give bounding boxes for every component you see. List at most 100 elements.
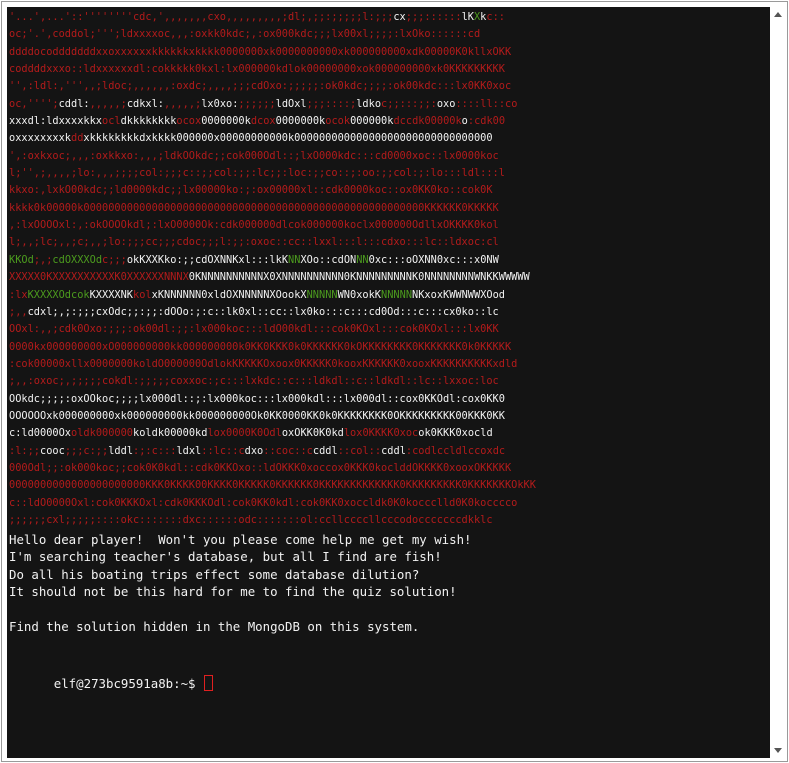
intro-message: Hello dear player! Won't you please come… [9,531,472,635]
terminal-screen[interactable]: '...',...'::''''''''cdc,',,,,,,,cxo,,,,,… [7,7,770,758]
ascii-art-line: :lxKXXXXOdcokKXXXXNKkolxKNNNNNN0xldOXNNN… [9,287,536,304]
message-line: It should not be this hard for me to fin… [9,584,457,600]
ascii-art-segment: xxxdl:ldxxxxkkx [9,115,102,128]
message-line: Do all his boating trips effect some dat… [9,566,420,582]
message-line: Find the solution hidden in the MongoDB … [9,619,420,635]
vertical-scrollbar[interactable] [771,7,785,758]
ascii-art-segment: :;:c::: [133,444,177,457]
ascii-art-segment: ;,, [9,305,28,318]
ascii-art-segment: c::ldO0000Oxl:cok0KKKOxl:cdk0KKKOdl:cok0… [9,496,518,509]
ascii-art-segment: ddddocodddddddxxoxxxxxxkkkkkkxkkkk000000… [9,45,512,58]
ascii-art-segment: dcox [250,115,276,128]
ascii-art-segment: XXXXX0KXXXXXXXXXXK0XXXXXXNNNX [9,271,189,284]
ascii-art-segment: 0000kx000000000xO000000000kk000000000k0K… [9,340,512,353]
ascii-art-segment: ;,; [33,253,53,266]
ascii-art-line: l;'',;,,,,;lo:,,,;;;;col:;;;c::;;col:;;:… [9,165,536,182]
ascii-art-segment: cdkxl: [126,97,165,110]
ascii-art-segment: KXXXXNK [89,288,134,301]
ascii-art-segment: oldk000000 [71,427,134,440]
ascii-art-segment: ::::ll::co [455,97,518,110]
ascii-art-line: 0000000000000000000000KKK0KKKK00KKKK0KKK… [9,477,536,494]
ascii-art-segment: ldko [356,97,382,110]
ascii-art-segment: ldOxl [275,97,307,110]
ascii-art-segment: OOOOOOxk000000000xk000000000kk000000000O… [9,409,505,422]
command-line[interactable]: elf@273bc9591a8b:~$ [9,658,213,710]
ascii-art-line: ,:lxOOOOxl:,:okOOOOkdl;:lxO0000Ok:cdk000… [9,217,536,234]
ascii-art-line: OOOOOOxk000000000xk000000000kk000000000O… [9,408,536,425]
ascii-art-line: c::ldO0000Oxl:cok0KKKOxl:cdk0KKKOdl:cok0… [9,495,536,512]
ascii-art-segment: cddl [381,444,406,457]
ascii-art-line: kkkk0k00000k0000000000000000000000000000… [9,200,536,217]
ascii-art-line: ;,,cdxl;,;:;;;cxOdc;;:;;:dOOo:;:c::lk0xl… [9,304,536,321]
ascii-art-segment: x0KK0 [473,392,505,405]
ascii-art-segment: ocox [176,115,202,128]
ascii-art-line: ddddocodddddddxxoxxxxxxkkkkkkxkkkk000000… [9,44,536,61]
ascii-art-segment: KKOd [9,253,34,266]
ascii-art-line: oxxxxxxxxkddxkkkkkkkkdxkkkk000000x000000… [9,130,536,147]
ascii-art-segment: lox0KKKK0xoc [343,427,419,440]
ascii-art-segment: 0000000k [275,115,326,128]
ascii-art-segment: NNNNN [381,288,413,301]
ascii-art-segment: ;;;::::; [306,97,357,110]
ascii-art-segment: :lx [9,288,28,301]
ascii-art-segment: XOo::cdON [300,253,357,266]
ascii-art-segment: '',:ldl:,''',,;ldoc;,,,,,,:oxdc;,,,,;;;c… [9,80,512,93]
ascii-art-segment: ,,,,,; [164,97,202,110]
ascii-art-segment: lx0xo: [201,97,239,110]
ascii-art-segment: cddl [312,444,338,457]
ascii-art-segment: dxo [244,444,264,457]
ascii-art-segment: kol [133,288,152,301]
ascii-art-segment: cdxl;,;:;;;cxOdc;;:;;:dOOo:;:c::lk0xl::c… [27,305,499,318]
ascii-art-segment: :cok00000xllx0000000koldO000000OdlokKKKK… [9,357,518,370]
ascii-art-segment: xKNNNNNN0xldOXNNNNNXOookX [151,288,307,301]
scroll-down-icon[interactable] [774,748,782,753]
ascii-art-segment: l;,,;lc;,,;c;,,;lo:;;;cc;;;cdoc;;;l:;;:o… [9,236,499,249]
ascii-art-line: 000Odl;;:ok000koc;;cok0K0kdl::cdk0KKOxo:… [9,460,536,477]
ascii-art-segment: KXXXXOdcok [27,288,90,301]
ascii-art-banner: '...',...'::''''''''cdc,',,,,,,,cxo,,,,,… [9,9,536,529]
ascii-art-segment: c: [9,427,22,440]
ascii-art-segment: :cdk00 [467,115,506,128]
ascii-art-segment: ;;;;;; [238,97,276,110]
ascii-art-segment: coddddxxxo::ldxxxxxxdl:cokkkkk0kxl:lx000… [9,63,505,76]
scroll-up-icon[interactable] [774,12,782,17]
text-cursor[interactable] [203,675,213,692]
ascii-art-segment: 000Odl;;:ok000koc;;cok0K0kdl::cdk0KKOxo:… [9,461,512,474]
ascii-art-segment: 0000000k [201,115,251,128]
ascii-art-segment: dkkkkkkkk [120,115,177,128]
ascii-art-segment: lox0000K0Odl [207,427,282,440]
ascii-art-segment: dccdk00000k [393,115,462,128]
ascii-art-segment: cddl: [58,97,90,110]
ascii-art-segment: WN0xokK [337,288,382,301]
ascii-art-segment: kkkk0k00000k0000000000000000000000000000… [9,201,499,214]
ascii-art-line: xxxdl:ldxxxxkkxocldkkkkkkkkocox0000000kd… [9,113,536,130]
ascii-art-segment: ;,,:oxoc;,;;;;;cokdl:;;;;;coxxoc:;c:::lx… [9,375,499,388]
ascii-art-line: XXXXX0KXXXXXXXXXXK0XXXXXXNNNX0KNNNNNNNNN… [9,269,536,286]
ascii-art-segment: '...',...'::''''''''cdc,',,,,,,,cxo,,,,,… [9,11,394,23]
terminal-window: '...',...'::''''''''cdc,',,,,,,,cxo,,,,,… [1,1,788,762]
ascii-art-segment: 0KNNNNNNNNNNX0XNNNNNNNNNN0KNNNNNNNNNK0NN… [188,271,530,284]
ascii-art-segment: ::lc::c [201,444,245,457]
ascii-art-line: oc,'''';cddl:,,,,,;cdkxl:,,,,,;lx0xo:;;;… [9,96,536,113]
ascii-art-segment: okKXXKko:;;cdOXNNKxl:::lkK [126,253,289,266]
ascii-art-segment: ,:lxOOOOxl:,:okOOOOkdl;:lxO0000Ok:cdk000… [9,219,499,232]
ascii-art-line: c:ld0000Oxoldk000000koldk00000kdlox0000K… [9,425,536,442]
ascii-art-line: '...',...'::''''''''cdc,',,,,,,,cxo,,,,,… [9,9,536,26]
ascii-art-segment: OOkdc;;;;:oxOOkoc;;;;lx000dl::;:lx000koc… [9,392,474,405]
ascii-art-segment: oxOKK0K0kd [281,427,344,440]
ascii-art-segment: ::col:: [337,444,382,457]
ascii-art-segment: ;;;c:;; [64,444,109,457]
ascii-art-segment: kkxo:,lxkO00kdc;;ld0000kdc;;lx00000ko:;:… [9,184,493,197]
ascii-art-line: oc;'.',coddol;''';ldxxxxoc,,,:oxkk0kdc;,… [9,26,536,43]
ascii-art-segment: c;;; [102,253,127,266]
ascii-art-segment: ok0KKK0xocld [418,427,493,440]
ascii-art-line: l;,,;lc;,,;c;,,;lo:;;;cc;;;cdoc;;;l:;;:o… [9,234,536,251]
message-line [9,601,472,618]
ascii-art-line: coddddxxxo::ldxxxxxxdl:cokkkkk0kxl:lx000… [9,61,536,78]
ascii-art-segment: 000000k [350,115,394,128]
ascii-art-segment: c;;:::;;: [381,97,437,110]
ascii-art-segment: OOxl:,,;cdk0Oxo:;;;:ok00dl:;;:lx000koc::… [9,323,499,336]
ascii-art-segment: c:: [486,11,505,23]
ascii-art-segment: dd [71,132,84,145]
ascii-art-segment: ld0000Ox [21,427,72,440]
